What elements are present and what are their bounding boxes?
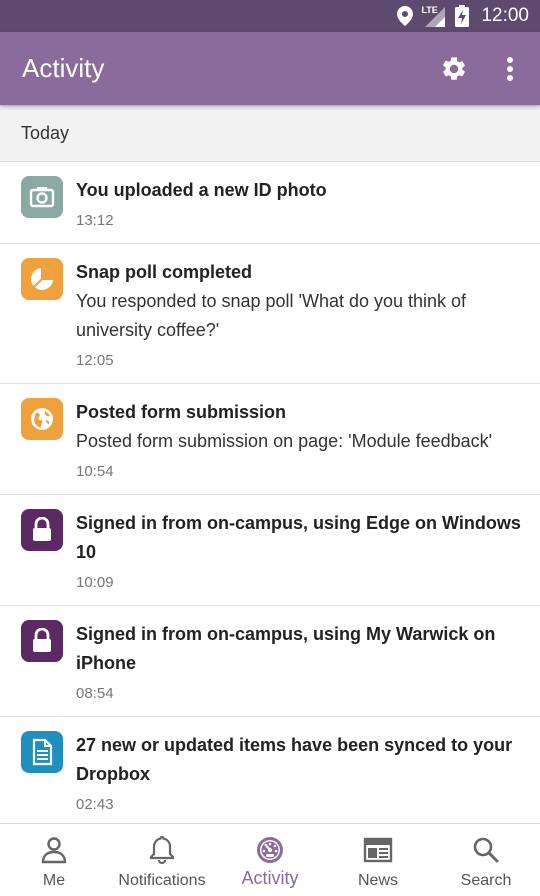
activity-item[interactable]: You uploaded a new ID photo 13:12 <box>0 162 540 244</box>
dashboard-gauge-icon <box>255 834 285 866</box>
activity-time: 02:43 <box>76 796 114 813</box>
tab-search[interactable]: Search <box>432 824 540 896</box>
activity-item[interactable]: Signed in from on-campus, using My Warwi… <box>0 606 540 717</box>
activity-time: 12:05 <box>76 352 114 369</box>
activity-title: You uploaded a new ID photo <box>76 180 327 200</box>
lock-icon <box>21 620 63 662</box>
tab-search-label: Search <box>460 872 512 889</box>
page-title: Activity <box>22 53 105 83</box>
signal-icon: LTE <box>421 5 447 27</box>
newspaper-icon <box>363 834 393 866</box>
search-icon <box>472 834 500 866</box>
overflow-menu-button[interactable] <box>488 47 532 91</box>
activity-title: Snap poll completed <box>76 262 253 282</box>
camera-icon <box>21 176 63 218</box>
bottom-navigation: Me Notifications Activity News Search <box>0 823 540 896</box>
app-bar: Activity <box>0 32 540 105</box>
tab-activity-label: Activity <box>241 868 299 888</box>
activity-item[interactable]: 27 new or updated items have been synced… <box>0 717 540 823</box>
activity-item[interactable]: Snap poll completed You responded to sna… <box>0 244 540 384</box>
bell-icon <box>149 834 175 866</box>
location-icon <box>397 6 414 26</box>
section-header-today: Today <box>0 105 540 162</box>
lock-icon <box>21 509 63 551</box>
network-type-label: LTE <box>421 5 438 15</box>
activity-description: Posted form submission on page: 'Module … <box>76 431 493 451</box>
settings-button[interactable] <box>432 47 476 91</box>
activity-title: Posted form submission <box>76 402 287 422</box>
tab-activity[interactable]: Activity <box>216 824 324 896</box>
globe-icon <box>21 398 63 440</box>
activity-title: Signed in from on-campus, using My Warwi… <box>76 624 496 673</box>
tab-news[interactable]: News <box>324 824 432 896</box>
activity-description: You responded to snap poll 'What do you … <box>76 291 467 340</box>
tab-notifications[interactable]: Notifications <box>108 824 216 896</box>
activity-title: 27 new or updated items have been synced… <box>76 735 513 784</box>
document-icon <box>21 731 63 773</box>
activity-list[interactable]: Today You uploaded a new ID photo 13:12 … <box>0 105 540 823</box>
activity-time: 10:09 <box>76 574 114 591</box>
activity-item[interactable]: Signed in from on-campus, using Edge on … <box>0 495 540 606</box>
status-bar: LTE 12:00 <box>0 0 540 32</box>
person-icon <box>41 834 67 866</box>
activity-time: 08:54 <box>76 685 114 702</box>
more-vertical-icon <box>507 56 513 81</box>
pie-chart-icon <box>21 258 63 300</box>
activity-item[interactable]: Posted form submission Posted form submi… <box>0 384 540 495</box>
activity-time: 10:54 <box>76 463 114 480</box>
clock: 12:00 <box>481 5 529 26</box>
activity-title: Signed in from on-campus, using Edge on … <box>76 513 521 562</box>
tab-me-label: Me <box>42 872 66 889</box>
activity-time: 13:12 <box>76 212 114 229</box>
tab-notifications-label: Notifications <box>118 872 206 889</box>
battery-charging-icon <box>455 5 470 27</box>
gear-icon <box>443 56 465 80</box>
tab-me[interactable]: Me <box>0 824 108 896</box>
tab-news-label: News <box>357 872 398 889</box>
